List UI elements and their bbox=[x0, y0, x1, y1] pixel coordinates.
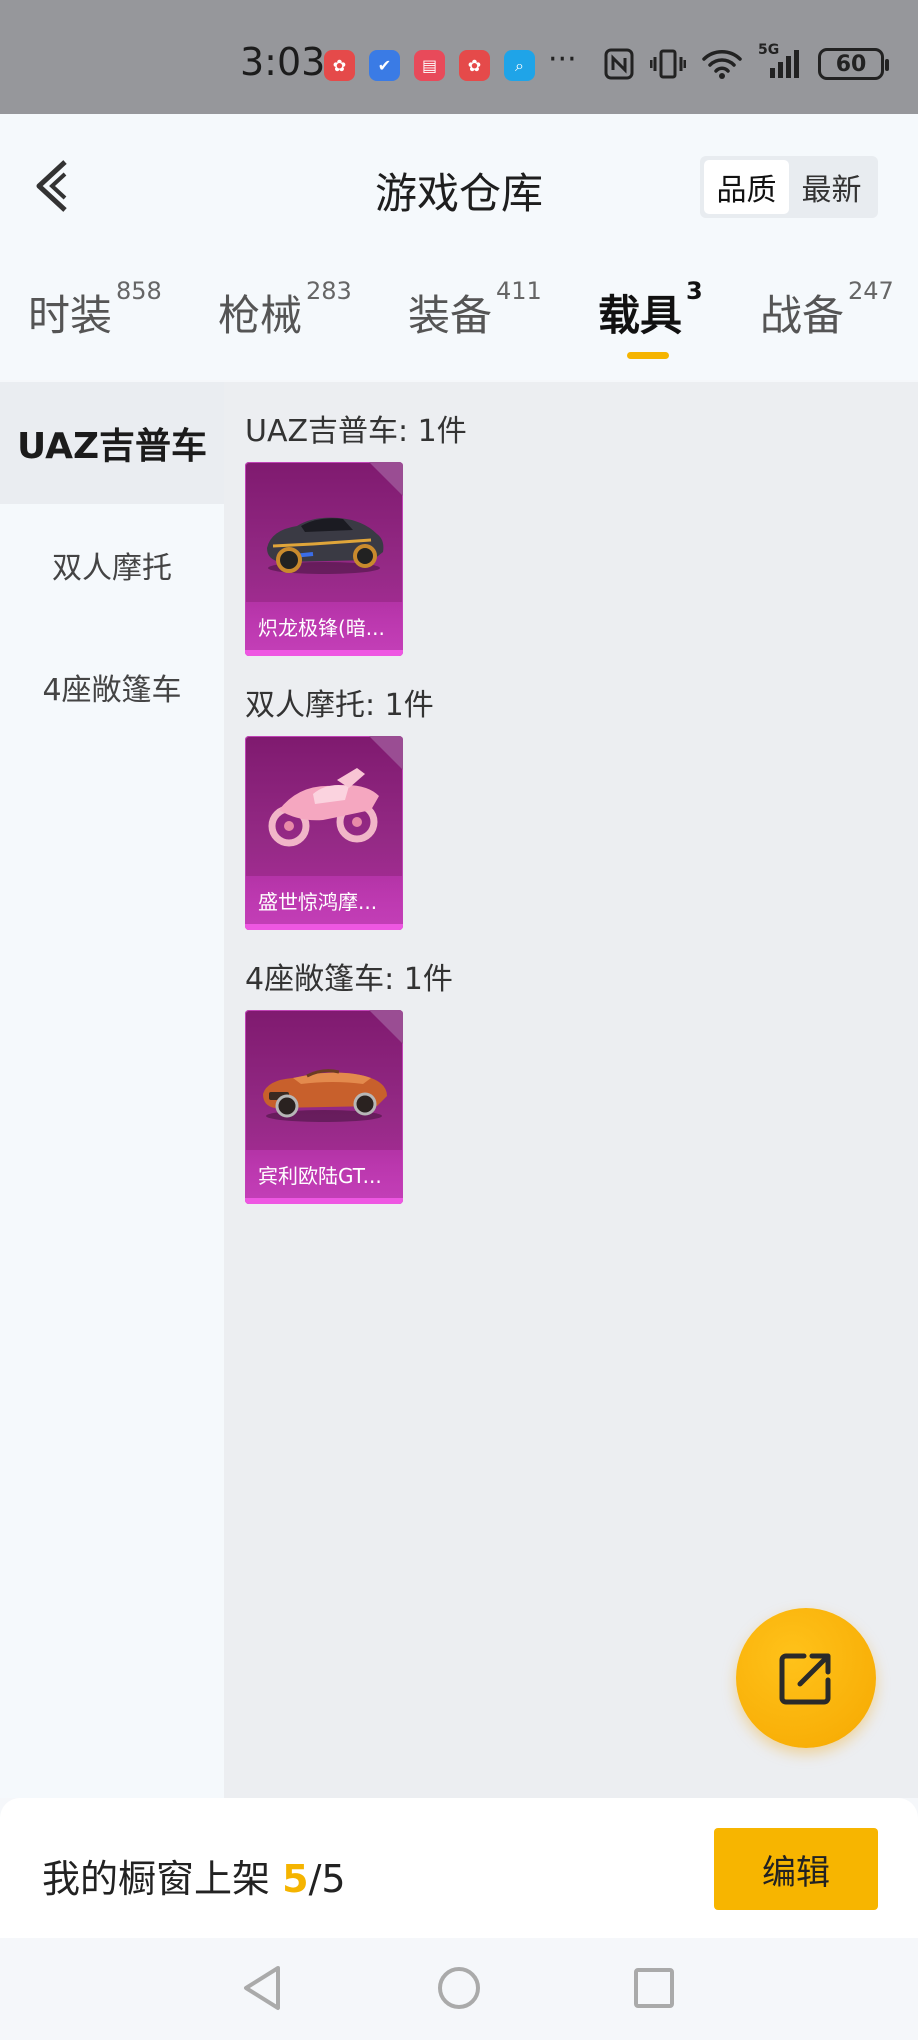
rarity-bar bbox=[245, 650, 403, 656]
cellular-signal-icon: 5G bbox=[758, 42, 802, 80]
sidebar-item-convertible[interactable]: 4座敞篷车 bbox=[0, 626, 224, 748]
shield-app-icon: ✔ bbox=[369, 50, 400, 81]
status-system-icons: 5G 60 bbox=[604, 42, 889, 80]
showcase-total-count: /5 bbox=[308, 1857, 346, 1901]
share-icon bbox=[779, 1653, 831, 1705]
share-fab-button[interactable] bbox=[736, 1608, 876, 1748]
status-time: 3:03 bbox=[240, 40, 326, 84]
circle-home-icon bbox=[438, 1967, 480, 2009]
huawei-app-icon-2: ✿ bbox=[459, 50, 490, 81]
dark-sports-car-image bbox=[267, 517, 384, 574]
tab-count: 858 bbox=[116, 277, 162, 305]
item-name: 盛世惊鸿摩... bbox=[245, 876, 403, 924]
item-name: 宾利欧陆GT... bbox=[245, 1150, 403, 1198]
item-card[interactable]: 炽龙极锋(暗... bbox=[245, 462, 403, 656]
tab-count: 411 bbox=[496, 277, 542, 305]
tab-label: 枪械 bbox=[218, 291, 303, 340]
square-recents-icon bbox=[634, 1968, 674, 2008]
nfc-icon bbox=[604, 48, 634, 80]
showcase-label: 我的橱窗上架 bbox=[42, 1857, 271, 1901]
tab-fashion[interactable]: 时装 858 bbox=[28, 277, 162, 343]
sidebar-item-motorcycle[interactable]: 双人摩托 bbox=[0, 504, 224, 626]
sidebar-item-uaz[interactable]: UAZ吉普车 bbox=[0, 382, 224, 504]
battery-level: 60 bbox=[835, 51, 867, 77]
group-title-uaz: UAZ吉普车: 1件 bbox=[245, 414, 467, 449]
tab-guns[interactable]: 枪械 283 bbox=[218, 277, 352, 343]
nav-home-button[interactable] bbox=[419, 1938, 499, 2038]
item-name: 炽龙极锋(暗... bbox=[245, 602, 403, 650]
wifi-icon bbox=[702, 50, 742, 79]
tab-count: 247 bbox=[848, 277, 894, 305]
sort-option-quality[interactable]: 品质 bbox=[704, 160, 789, 214]
item-list: UAZ吉普车: 1件 炽龙极锋(暗... 双人摩托: 1件 盛世惊鸿摩... 4… bbox=[224, 382, 918, 1798]
tab-count: 3 bbox=[686, 277, 703, 305]
huawei-app-icon: ✿ bbox=[324, 50, 355, 81]
tab-vehicles[interactable]: 载具 3 bbox=[598, 277, 703, 343]
active-tab-indicator bbox=[627, 352, 669, 359]
orange-convertible-image bbox=[263, 1069, 387, 1122]
showcase-bar: 我的橱窗上架 5/5 编辑 bbox=[0, 1798, 918, 1938]
group-title-convertible: 4座敞篷车: 1件 bbox=[245, 962, 453, 997]
battery-indicator: 60 bbox=[818, 48, 889, 80]
sort-toggle: 品质 最新 bbox=[700, 156, 878, 218]
book-app-icon: ▤ bbox=[414, 50, 445, 81]
showcase-status: 我的橱窗上架 5/5 bbox=[42, 1848, 346, 1903]
status-more-icon: ··· bbox=[548, 42, 577, 77]
pink-motorcycle-image bbox=[268, 768, 379, 847]
triangle-back-icon bbox=[244, 1966, 280, 2010]
status-notification-icons: ✿ ✔ ▤ ✿ ⌕ bbox=[324, 50, 535, 81]
rarity-bar bbox=[245, 1198, 403, 1204]
vehicle-type-sidebar: UAZ吉普车 双人摩托 4座敞篷车 bbox=[0, 382, 224, 1798]
system-navigation-bar bbox=[0, 1938, 918, 2040]
nav-back-button[interactable] bbox=[222, 1938, 302, 2038]
group-title-motorcycle: 双人摩托: 1件 bbox=[245, 688, 434, 723]
sort-option-newest[interactable]: 最新 bbox=[789, 160, 874, 214]
showcase-current-count: 5 bbox=[282, 1857, 309, 1901]
rarity-bar bbox=[245, 924, 403, 930]
status-bar: 3:03 ✿ ✔ ▤ ✿ ⌕ ··· 5G 60 bbox=[0, 0, 918, 114]
edit-button[interactable]: 编辑 bbox=[714, 1828, 878, 1910]
search-app-icon: ⌕ bbox=[504, 50, 535, 81]
vibrate-icon bbox=[650, 49, 686, 79]
tab-label: 时装 bbox=[28, 291, 113, 340]
tab-equipment[interactable]: 装备 411 bbox=[408, 277, 542, 343]
tab-count: 283 bbox=[306, 277, 352, 305]
tab-label: 装备 bbox=[408, 291, 493, 340]
tab-label: 载具 bbox=[598, 291, 683, 340]
tab-supplies[interactable]: 战备 247 bbox=[760, 277, 894, 343]
nav-recents-button[interactable] bbox=[614, 1938, 694, 2038]
category-tabs: 时装 858 枪械 283 装备 411 载具 3 战备 247 bbox=[0, 277, 918, 362]
item-card[interactable]: 盛世惊鸿摩... bbox=[245, 736, 403, 930]
tab-label: 战备 bbox=[760, 291, 845, 340]
item-card[interactable]: 宾利欧陆GT... bbox=[245, 1010, 403, 1204]
